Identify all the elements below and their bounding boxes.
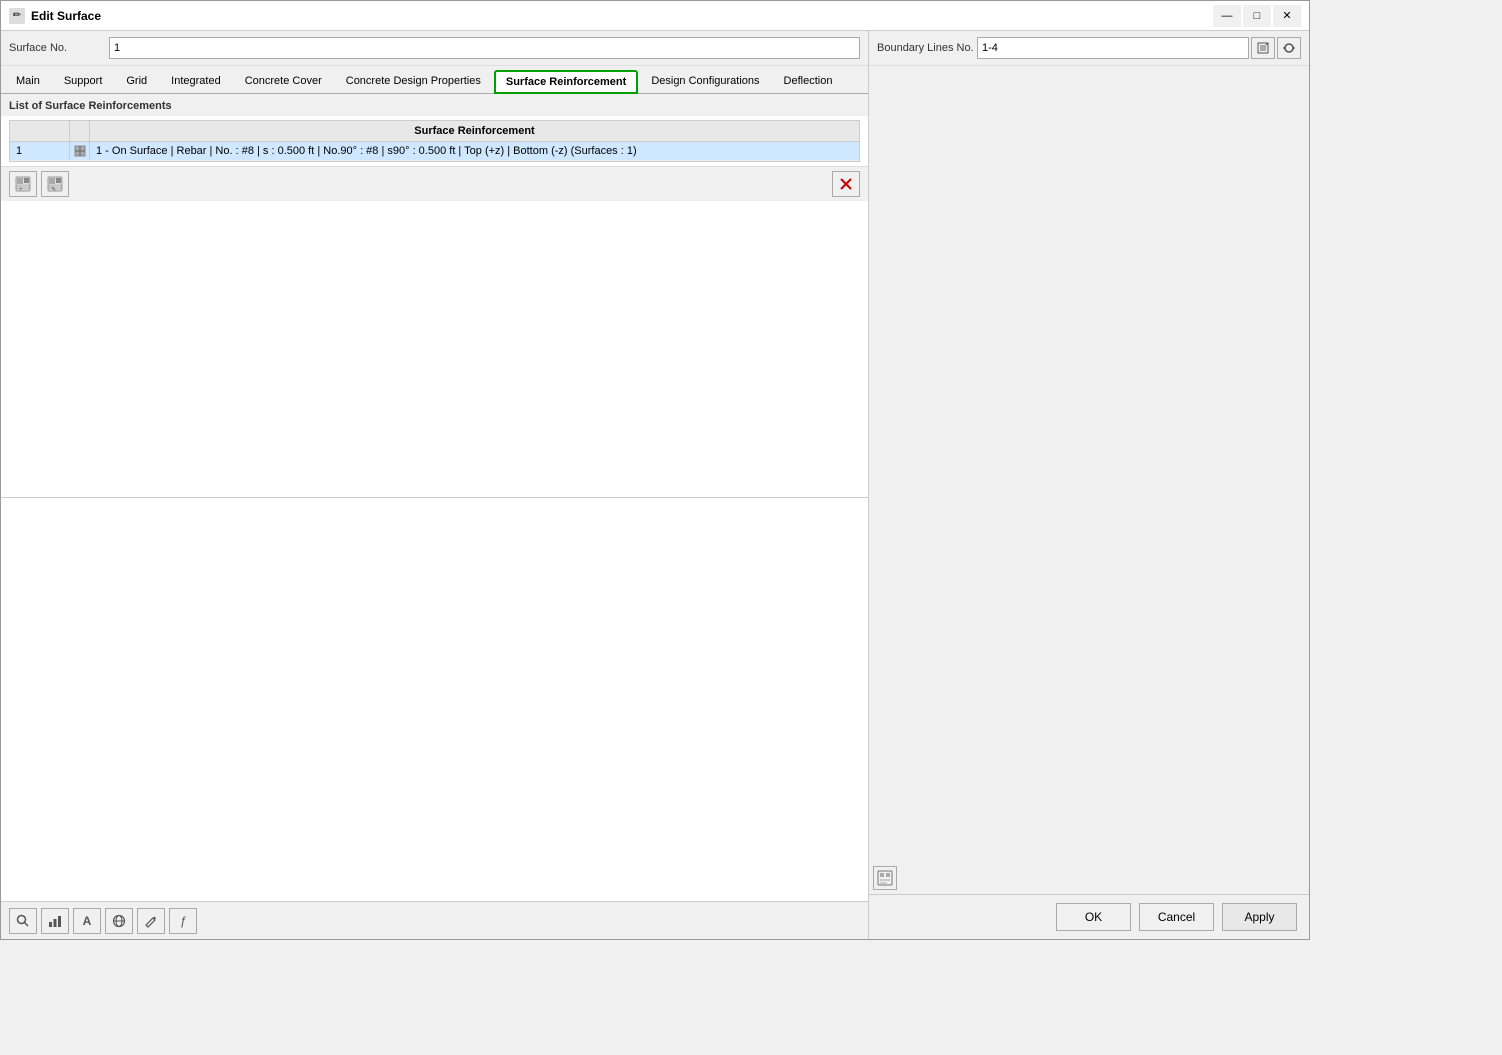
col-num-header: [10, 121, 70, 141]
edit-reinforcement-button[interactable]: ✎: [41, 171, 69, 197]
right-panel: Boundary Lines No.: [869, 31, 1309, 939]
right-panel-icon-button[interactable]: [873, 866, 897, 890]
tab-concrete-cover[interactable]: Concrete Cover: [234, 70, 333, 93]
add-reinforcement-button[interactable]: +: [9, 171, 37, 197]
table-header: Surface Reinforcement: [10, 121, 859, 142]
col-main-header: Surface Reinforcement: [90, 121, 859, 141]
title-controls: — □ ✕: [1213, 5, 1301, 27]
boundary-lines-label: Boundary Lines No.: [877, 42, 977, 54]
title-bar: ✏ Edit Surface — □ ✕: [1, 1, 1309, 31]
boundary-lines-select-button[interactable]: [1251, 37, 1275, 59]
footer-buttons: OK Cancel Apply: [869, 894, 1309, 939]
right-panel-bottom: [869, 862, 1309, 894]
maximize-button[interactable]: □: [1243, 5, 1271, 27]
tab-deflection[interactable]: Deflection: [773, 70, 844, 93]
status-text-button[interactable]: A: [73, 908, 101, 934]
boundary-lines-row: Boundary Lines No.: [869, 31, 1309, 66]
row-icon: [70, 142, 90, 160]
tab-grid[interactable]: Grid: [115, 70, 158, 93]
boundary-lines-input[interactable]: [977, 37, 1249, 59]
tab-content-area: List of Surface Reinforcements Surface R…: [1, 94, 868, 497]
row-num: 1: [10, 142, 70, 160]
tab-design-configurations[interactable]: Design Configurations: [640, 70, 770, 93]
reinforcements-table: Surface Reinforcement 1 1 - On Surface |…: [9, 120, 860, 162]
status-function-button[interactable]: ƒ: [169, 908, 197, 934]
ok-button[interactable]: OK: [1056, 903, 1131, 931]
status-search-button[interactable]: [9, 908, 37, 934]
list-section-title: List of Surface Reinforcements: [1, 94, 868, 116]
table-toolbar: + ✎: [1, 166, 868, 201]
status-globe-button[interactable]: [105, 908, 133, 934]
svg-text:+: +: [19, 187, 23, 192]
window-icon: ✏: [9, 8, 25, 24]
tab-surface-reinforcement[interactable]: Surface Reinforcement: [494, 70, 638, 94]
status-pencil-button[interactable]: [137, 908, 165, 934]
cancel-button[interactable]: Cancel: [1139, 903, 1214, 931]
surface-no-label: Surface No.: [9, 42, 109, 54]
tabs-bar: Main Support Grid Integrated Concrete Co…: [1, 66, 868, 94]
boundary-lines-refresh-button[interactable]: [1277, 37, 1301, 59]
col-icon-header: [70, 121, 90, 141]
surface-no-input[interactable]: [109, 37, 860, 59]
apply-button[interactable]: Apply: [1222, 903, 1297, 931]
tab-concrete-design-props[interactable]: Concrete Design Properties: [335, 70, 492, 93]
minimize-button[interactable]: —: [1213, 5, 1241, 27]
window-title: Edit Surface: [31, 9, 101, 23]
delete-reinforcement-button[interactable]: [832, 171, 860, 197]
row-value: 1 - On Surface | Rebar | No. : #8 | s : …: [90, 142, 859, 160]
tab-support[interactable]: Support: [53, 70, 114, 93]
surface-no-row: Surface No.: [1, 31, 868, 66]
lower-content-area: [1, 497, 868, 901]
tab-integrated[interactable]: Integrated: [160, 70, 232, 93]
right-content-area: [869, 66, 1309, 862]
close-button[interactable]: ✕: [1273, 5, 1301, 27]
status-chart-button[interactable]: [41, 908, 69, 934]
table-row[interactable]: 1 1 - On Surface | Rebar | No. : #8 | s …: [10, 142, 859, 161]
svg-text:✎: ✎: [51, 186, 56, 192]
tab-main[interactable]: Main: [5, 70, 51, 93]
status-bar: A ƒ: [1, 901, 868, 939]
